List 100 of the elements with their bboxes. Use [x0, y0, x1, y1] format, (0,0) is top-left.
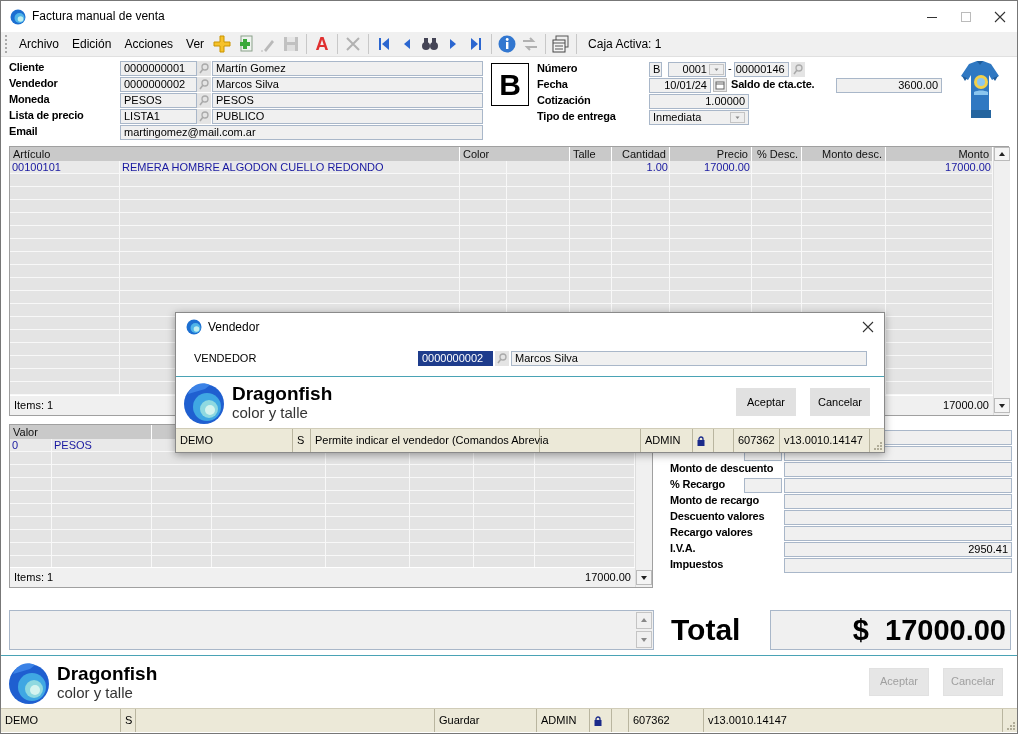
amount-field[interactable]: [784, 509, 1012, 525]
accept-button[interactable]: Aceptar: [736, 388, 796, 417]
field-label: Fecha: [537, 78, 569, 92]
dialog-title: Vendedor: [208, 320, 260, 335]
grid-total: 17000.00: [943, 398, 989, 413]
cancel-button[interactable]: Cancelar: [810, 388, 870, 417]
logo-icon: [182, 380, 226, 425]
amount-field[interactable]: [784, 525, 1012, 541]
description-field[interactable]: Marcos Silva: [511, 351, 867, 367]
delivery-type-select[interactable]: Inmediata: [649, 109, 749, 125]
total-label: Total: [671, 612, 742, 648]
info-button[interactable]: [497, 34, 518, 54]
status-text: v13.0010.14147: [708, 714, 787, 727]
number-field[interactable]: 00000146: [733, 61, 789, 77]
code-field[interactable]: 0000000002: [418, 351, 493, 367]
field-label: Vendedor: [9, 77, 59, 91]
field-label: VENDEDOR: [194, 352, 258, 366]
menu-item[interactable]: Ver: [181, 34, 210, 54]
resize-grip-icon[interactable]: [1005, 720, 1015, 730]
brand-name: Dragonfish: [232, 383, 333, 404]
table-cell-text: 1.00: [645, 161, 669, 174]
amount-field[interactable]: [784, 461, 1012, 477]
dropdown-button[interactable]: [709, 63, 724, 75]
status-text: DEMO: [180, 434, 213, 448]
status-text: S: [297, 434, 305, 448]
lock-icon: [594, 715, 602, 726]
table-row[interactable]: 00100101 REMERA HOMBRE ALGODON CUELLO REDONDO 1.00 17000.00 17000.00: [10, 161, 993, 174]
add-button[interactable]: [212, 34, 233, 54]
code-field[interactable]: PESOS: [120, 92, 197, 108]
table-cell-text: PESOS: [53, 439, 93, 452]
code-field[interactable]: 0000000002: [120, 76, 197, 92]
search-button[interactable]: [197, 92, 211, 108]
search-button[interactable]: [197, 108, 211, 124]
search-button[interactable]: [790, 61, 805, 77]
description-field[interactable]: PUBLICO: [212, 108, 483, 124]
scroll-up-button[interactable]: [994, 147, 1010, 161]
scroll-down-button[interactable]: [994, 398, 1010, 413]
table-cell-text: 0: [11, 439, 20, 452]
search-button[interactable]: [197, 60, 211, 76]
resize-grip-icon[interactable]: [872, 440, 882, 450]
field-label: Descuento valores: [670, 510, 766, 524]
status-text: 607362: [633, 714, 670, 727]
percent-field[interactable]: [744, 477, 782, 493]
amount-field[interactable]: 2950.41: [784, 541, 1012, 557]
status-text: Caja Activa: 1: [588, 36, 662, 52]
accept-button: Aceptar: [869, 668, 929, 696]
amount-field[interactable]: [784, 477, 1012, 493]
field-label: Monto de descuento: [670, 462, 775, 476]
menu-item[interactable]: Edición: [67, 34, 117, 54]
field-label: Cotización: [537, 94, 592, 108]
app-icon: [10, 8, 26, 25]
code-field[interactable]: LISTA1: [120, 108, 197, 124]
series-field[interactable]: B: [649, 61, 662, 77]
close-button[interactable]: [994, 10, 1006, 23]
email-field[interactable]: martingomez@mail.com.ar: [120, 124, 483, 140]
status-text: DEMO: [5, 714, 38, 727]
field-label: Monto de recargo: [670, 494, 761, 508]
amount-field[interactable]: [784, 493, 1012, 509]
table-cell-text: 17000.00: [703, 161, 751, 174]
status-text: S: [125, 714, 133, 727]
point-of-sale-field[interactable]: 0001: [668, 61, 726, 77]
logo-icon: [7, 660, 51, 704]
field-label: Impuestos: [670, 558, 725, 572]
field-label: Tipo de entrega: [537, 110, 617, 124]
window-title: Factura manual de venta: [32, 9, 165, 24]
item-count: Items: 1: [14, 398, 54, 413]
menu-item[interactable]: Acciones: [119, 34, 179, 54]
table-cell-text: REMERA HOMBRE ALGODON CUELLO REDONDO: [121, 161, 385, 174]
field-label: Email: [9, 125, 39, 139]
calendar-button[interactable]: [713, 78, 727, 92]
dropdown-button[interactable]: [730, 111, 745, 123]
windows-button[interactable]: [551, 34, 572, 54]
description-field[interactable]: PESOS: [212, 92, 483, 108]
date-field[interactable]: 10/01/24: [649, 77, 711, 93]
field-label: Cliente: [9, 61, 46, 75]
field-label: Saldo de cta.cte.: [731, 78, 816, 92]
field-label: Moneda: [9, 93, 51, 107]
amount-field[interactable]: [784, 557, 1012, 573]
field-label: % Recargo: [670, 478, 727, 492]
scroll-down-button[interactable]: [636, 570, 652, 585]
code-field[interactable]: 0000000001: [120, 60, 197, 76]
maximize-button[interactable]: [960, 10, 972, 23]
balance-field[interactable]: 3600.00: [836, 77, 942, 93]
description-field[interactable]: Martín Gomez: [212, 60, 483, 76]
search-button[interactable]: [495, 351, 509, 367]
brand-name: Dragonfish: [57, 663, 158, 684]
dash-separator: -: [728, 62, 732, 76]
field-label: Recargo valores: [670, 526, 754, 540]
exchange-rate-field[interactable]: 1.00000: [649, 93, 749, 109]
grid-total: 17000.00: [585, 571, 631, 585]
search-button[interactable]: [197, 76, 211, 92]
field-label: I.V.A.: [670, 542, 697, 556]
menu-item[interactable]: Archivo: [14, 34, 64, 54]
lock-icon: [697, 435, 705, 446]
item-count: Items: 1: [14, 571, 54, 585]
status-text: v13.0010.14147: [784, 434, 863, 448]
close-button[interactable]: [862, 321, 874, 334]
description-field[interactable]: Marcos Silva: [212, 76, 483, 92]
status-text: 607362: [738, 434, 775, 448]
font-button[interactable]: A: [312, 35, 333, 53]
